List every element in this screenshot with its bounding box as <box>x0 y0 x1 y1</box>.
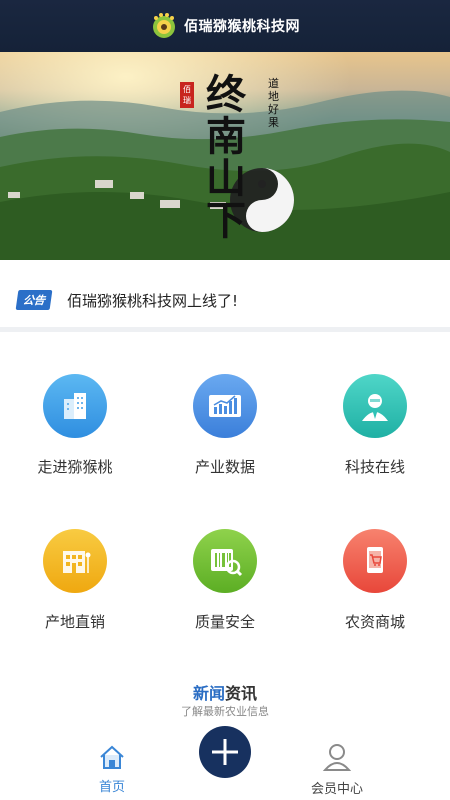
menu-label: 走进猕猴桃 <box>37 458 113 476</box>
home-icon <box>62 744 162 774</box>
nav-member-label: 会员中心 <box>310 782 363 797</box>
menu-item-quality-safety[interactable]: 质量安全 <box>150 529 300 632</box>
building-icon <box>43 374 107 438</box>
nav-home-label: 首页 <box>98 780 125 795</box>
menu-label: 农资商城 <box>344 613 405 631</box>
app-header: 佰瑞猕猴桃科技网 <box>0 0 450 52</box>
menu-label: 产业数据 <box>194 458 255 476</box>
logo-icon <box>150 12 178 40</box>
notice-badge: 公告 <box>15 290 53 310</box>
news-section-title: 新闻资讯 <box>0 680 450 704</box>
plus-icon <box>212 739 238 765</box>
nav-member[interactable]: 会员中心 <box>287 742 387 797</box>
menu-item-agri-mall[interactable]: 农资商城 <box>300 529 450 632</box>
menu-item-direct-sales[interactable]: 产地直销 <box>0 529 150 632</box>
nav-home[interactable]: 首页 <box>62 744 162 795</box>
user-icon <box>287 742 387 776</box>
news-title-part-b: 资讯 <box>225 684 258 703</box>
add-button[interactable] <box>199 726 251 778</box>
bar-chart-icon <box>193 374 257 438</box>
news-title-part-a: 新闻 <box>192 684 225 703</box>
store-icon <box>43 529 107 593</box>
menu-label: 产地直销 <box>44 613 105 631</box>
notice-text[interactable]: 佰瑞猕猴桃科技网上线了! <box>67 290 238 311</box>
barcode-scan-icon <box>193 529 257 593</box>
banner-calligraphy: 终南山下 <box>206 71 246 244</box>
menu-item-tech-online[interactable]: 科技在线 <box>300 374 450 477</box>
section-divider <box>0 327 450 332</box>
banner-side-text: 道地好果 <box>268 77 279 129</box>
expert-icon <box>343 374 407 438</box>
news-subtitle: 了解最新农业信息 <box>181 705 269 718</box>
page: 佰瑞猕猴桃科技网 佰瑞 终南山下 道地好果 公告 佰瑞猕猴桃科技网上线了! 走进… <box>0 0 450 800</box>
notice-bar[interactable]: 公告 佰瑞猕猴桃科技网上线了! <box>0 280 450 320</box>
menu-item-kiwi-intro[interactable]: 走进猕猴桃 <box>0 374 150 477</box>
banner-seal: 佰瑞 <box>183 85 191 105</box>
menu-item-industry-data[interactable]: 产业数据 <box>150 374 300 477</box>
banner-carousel[interactable]: 佰瑞 终南山下 道地好果 <box>0 52 450 260</box>
shopping-cart-icon <box>343 529 407 593</box>
menu-label: 科技在线 <box>344 458 405 476</box>
menu-label: 质量安全 <box>194 613 255 631</box>
app-title: 佰瑞猕猴桃科技网 <box>184 19 300 35</box>
